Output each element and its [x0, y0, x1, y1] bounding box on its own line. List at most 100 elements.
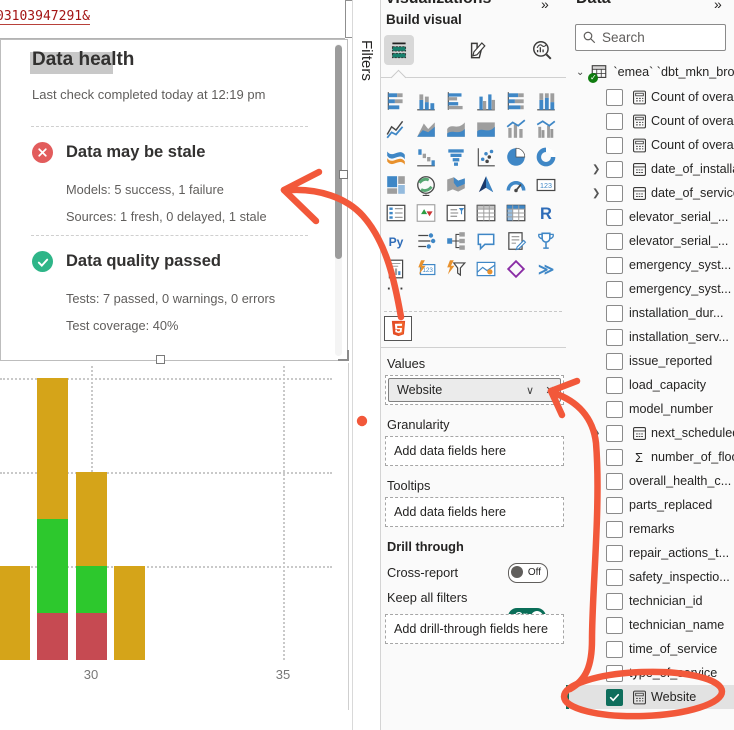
field-checkbox[interactable] — [606, 425, 623, 442]
field-row[interactable]: ❯emergency_syst... — [566, 253, 734, 277]
field-row[interactable]: ❯time_of_service — [566, 637, 734, 661]
field-row[interactable]: ❯overall_health_c... — [566, 469, 734, 493]
key-influencers-icon[interactable] — [415, 230, 437, 252]
line-stacked-column-chart-icon[interactable] — [505, 118, 527, 140]
field-checkbox[interactable] — [606, 617, 623, 634]
field-row[interactable]: ❯parts_replaced — [566, 493, 734, 517]
gauge-icon[interactable] — [505, 174, 527, 196]
field-row[interactable]: ❯technician_id — [566, 589, 734, 613]
collapse-pane-icon[interactable]: » — [541, 0, 549, 12]
field-row[interactable]: ❯technician_name — [566, 613, 734, 637]
field-checkbox[interactable] — [606, 89, 623, 106]
card-scrollbar-thumb[interactable] — [335, 45, 342, 259]
field-checkbox[interactable] — [606, 497, 623, 514]
field-checkbox[interactable] — [606, 233, 623, 250]
treemap-icon[interactable] — [385, 174, 407, 196]
paginated-report-icon[interactable] — [385, 258, 407, 280]
matrix-icon[interactable] — [505, 202, 527, 224]
field-checkbox[interactable] — [606, 305, 623, 322]
field-checkbox[interactable] — [606, 329, 623, 346]
area-chart-icon[interactable] — [415, 118, 437, 140]
field-row[interactable]: ❯type_of_service — [566, 661, 734, 685]
field-checkbox[interactable] — [606, 185, 623, 202]
stacked-column-chart-visual[interactable]: 3035 — [0, 361, 348, 712]
filled-map-icon[interactable] — [445, 174, 467, 196]
field-checkbox[interactable] — [606, 689, 623, 706]
stacked-area-chart-icon[interactable] — [445, 118, 467, 140]
chevron-right-icon[interactable]: ❯ — [592, 428, 606, 439]
chevron-down-icon[interactable]: ∨ — [520, 384, 540, 397]
field-checkbox[interactable] — [606, 281, 623, 298]
slicer-icon[interactable] — [445, 202, 467, 224]
kpi-icon[interactable] — [415, 202, 437, 224]
granularity-well[interactable]: Add data fields here — [385, 436, 564, 466]
field-checkbox[interactable] — [606, 473, 623, 490]
pie-chart-icon[interactable] — [505, 146, 527, 168]
field-row-selected[interactable]: ❯Website — [566, 685, 734, 709]
data-health-card[interactable]: Data health Last check completed today a… — [0, 39, 348, 361]
field-row[interactable]: ❯load_capacity — [566, 373, 734, 397]
field-checkbox[interactable] — [606, 257, 623, 274]
field-row[interactable]: ❯Count of overal... — [566, 85, 734, 109]
clustered-bar-chart-icon[interactable] — [445, 90, 467, 112]
field-row[interactable]: ❯installation_serv... — [566, 325, 734, 349]
field-checkbox[interactable] — [606, 545, 623, 562]
resize-handle-corner[interactable] — [338, 350, 349, 361]
power-automate-icon[interactable]: ≫ — [535, 258, 557, 280]
azure-map-icon[interactable] — [475, 174, 497, 196]
tooltips-well[interactable]: Add data fields here — [385, 497, 564, 527]
chevron-right-icon[interactable]: ❯ — [592, 188, 606, 199]
chevron-down-icon[interactable]: ⌄ — [576, 67, 584, 78]
field-row[interactable]: ❯safety_inspectio... — [566, 565, 734, 589]
field-row[interactable]: ❯Count of overal... — [566, 109, 734, 133]
stacked-column-chart-icon[interactable] — [415, 90, 437, 112]
smart-narrative-icon[interactable] — [505, 230, 527, 252]
values-well[interactable]: Website ∨ ✕ — [385, 375, 564, 405]
power-apps-icon[interactable] — [505, 258, 527, 280]
analytics-tab[interactable] — [527, 35, 557, 65]
field-pill[interactable]: Website ∨ ✕ — [388, 378, 561, 402]
field-row[interactable]: ❯installation_dur... — [566, 301, 734, 325]
format-visual-tab[interactable] — [461, 35, 491, 65]
build-visual-tab[interactable] — [384, 35, 414, 65]
resize-handle-right[interactable] — [339, 170, 348, 179]
decomposition-tree-icon[interactable] — [445, 230, 467, 252]
donut-chart-icon[interactable] — [535, 146, 557, 168]
collapse-pane-icon[interactable]: » — [714, 0, 722, 12]
field-checkbox[interactable] — [606, 353, 623, 370]
scatter-chart-icon[interactable] — [475, 146, 497, 168]
field-checkbox[interactable] — [606, 137, 623, 154]
field-checkbox[interactable] — [606, 569, 623, 586]
field-checkbox[interactable] — [606, 521, 623, 538]
field-checkbox[interactable] — [606, 401, 623, 418]
field-row[interactable]: ❯elevator_serial_... — [566, 205, 734, 229]
field-row[interactable]: ❯Σnumber_of_floo... — [566, 445, 734, 469]
hundred-stacked-bar-chart-icon[interactable] — [505, 90, 527, 112]
field-row[interactable]: ❯model_number — [566, 397, 734, 421]
table-root-row[interactable]: ⌄ ✓ `emea` `dbt_mkn_bron... — [566, 60, 734, 84]
more-visuals-icon[interactable]: ··· — [387, 281, 406, 296]
html5-visual-icon[interactable] — [384, 316, 412, 341]
field-row[interactable]: ❯date_of_service — [566, 181, 734, 205]
field-checkbox[interactable] — [606, 641, 623, 658]
table-icon[interactable] — [475, 202, 497, 224]
card-icon[interactable]: 123 — [535, 174, 557, 196]
field-checkbox[interactable] — [606, 449, 623, 466]
q-and-a-icon[interactable] — [475, 230, 497, 252]
field-row[interactable]: ❯remarks — [566, 517, 734, 541]
remove-field-icon[interactable]: ✕ — [540, 384, 560, 397]
field-row[interactable]: ❯date_of_installa... — [566, 157, 734, 181]
r-script-icon[interactable]: R — [535, 202, 557, 224]
stacked-bar-chart-icon[interactable] — [385, 90, 407, 112]
field-checkbox[interactable] — [606, 113, 623, 130]
drill-through-well[interactable]: Add drill-through fields here — [385, 614, 564, 644]
field-checkbox[interactable] — [606, 377, 623, 394]
new-slicer-icon[interactable] — [445, 258, 467, 280]
multi-row-card-icon[interactable] — [385, 202, 407, 224]
hundred-stacked-area-chart-icon[interactable] — [475, 118, 497, 140]
field-row[interactable]: ❯Count of overal... — [566, 133, 734, 157]
field-checkbox[interactable] — [606, 161, 623, 178]
ribbon-chart-icon[interactable] — [385, 146, 407, 168]
field-row[interactable]: ❯elevator_serial_... — [566, 229, 734, 253]
map-icon[interactable] — [415, 174, 437, 196]
